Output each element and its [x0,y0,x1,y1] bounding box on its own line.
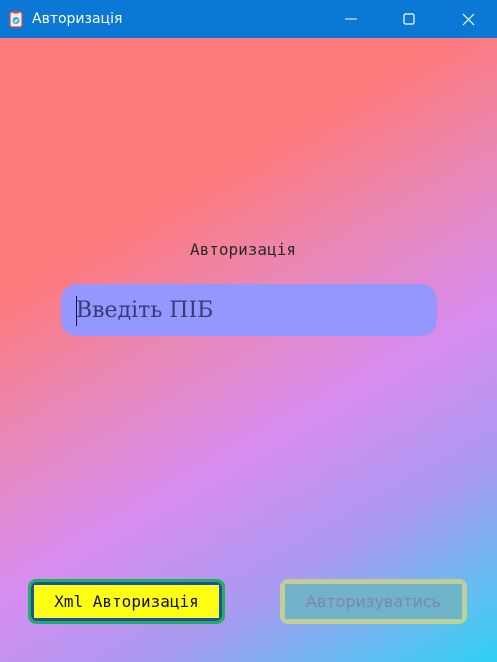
full-name-input[interactable] [61,284,437,336]
window-title: Авторизація [32,11,123,27]
app-icon [9,10,23,28]
close-button[interactable] [445,0,491,38]
maximize-button[interactable] [386,0,432,38]
title-bar[interactable]: Авторизація [0,0,497,38]
form-heading: Авторизація [190,240,296,259]
text-caret [76,296,77,326]
minimize-icon [345,18,357,20]
xml-auth-button-label: Xml Авторизація [34,585,219,618]
xml-auth-button-ring: Xml Авторизація [31,582,222,621]
close-icon [462,13,474,25]
maximize-icon [403,13,415,25]
login-button[interactable]: Авторизуватись [280,579,467,624]
login-button-label: Авторизуватись [285,584,462,619]
window-client-area: Авторизація Xml Авторизація Авторизувати… [0,38,497,662]
xml-auth-button[interactable]: Xml Авторизація [28,579,225,624]
minimize-button[interactable] [328,0,374,38]
